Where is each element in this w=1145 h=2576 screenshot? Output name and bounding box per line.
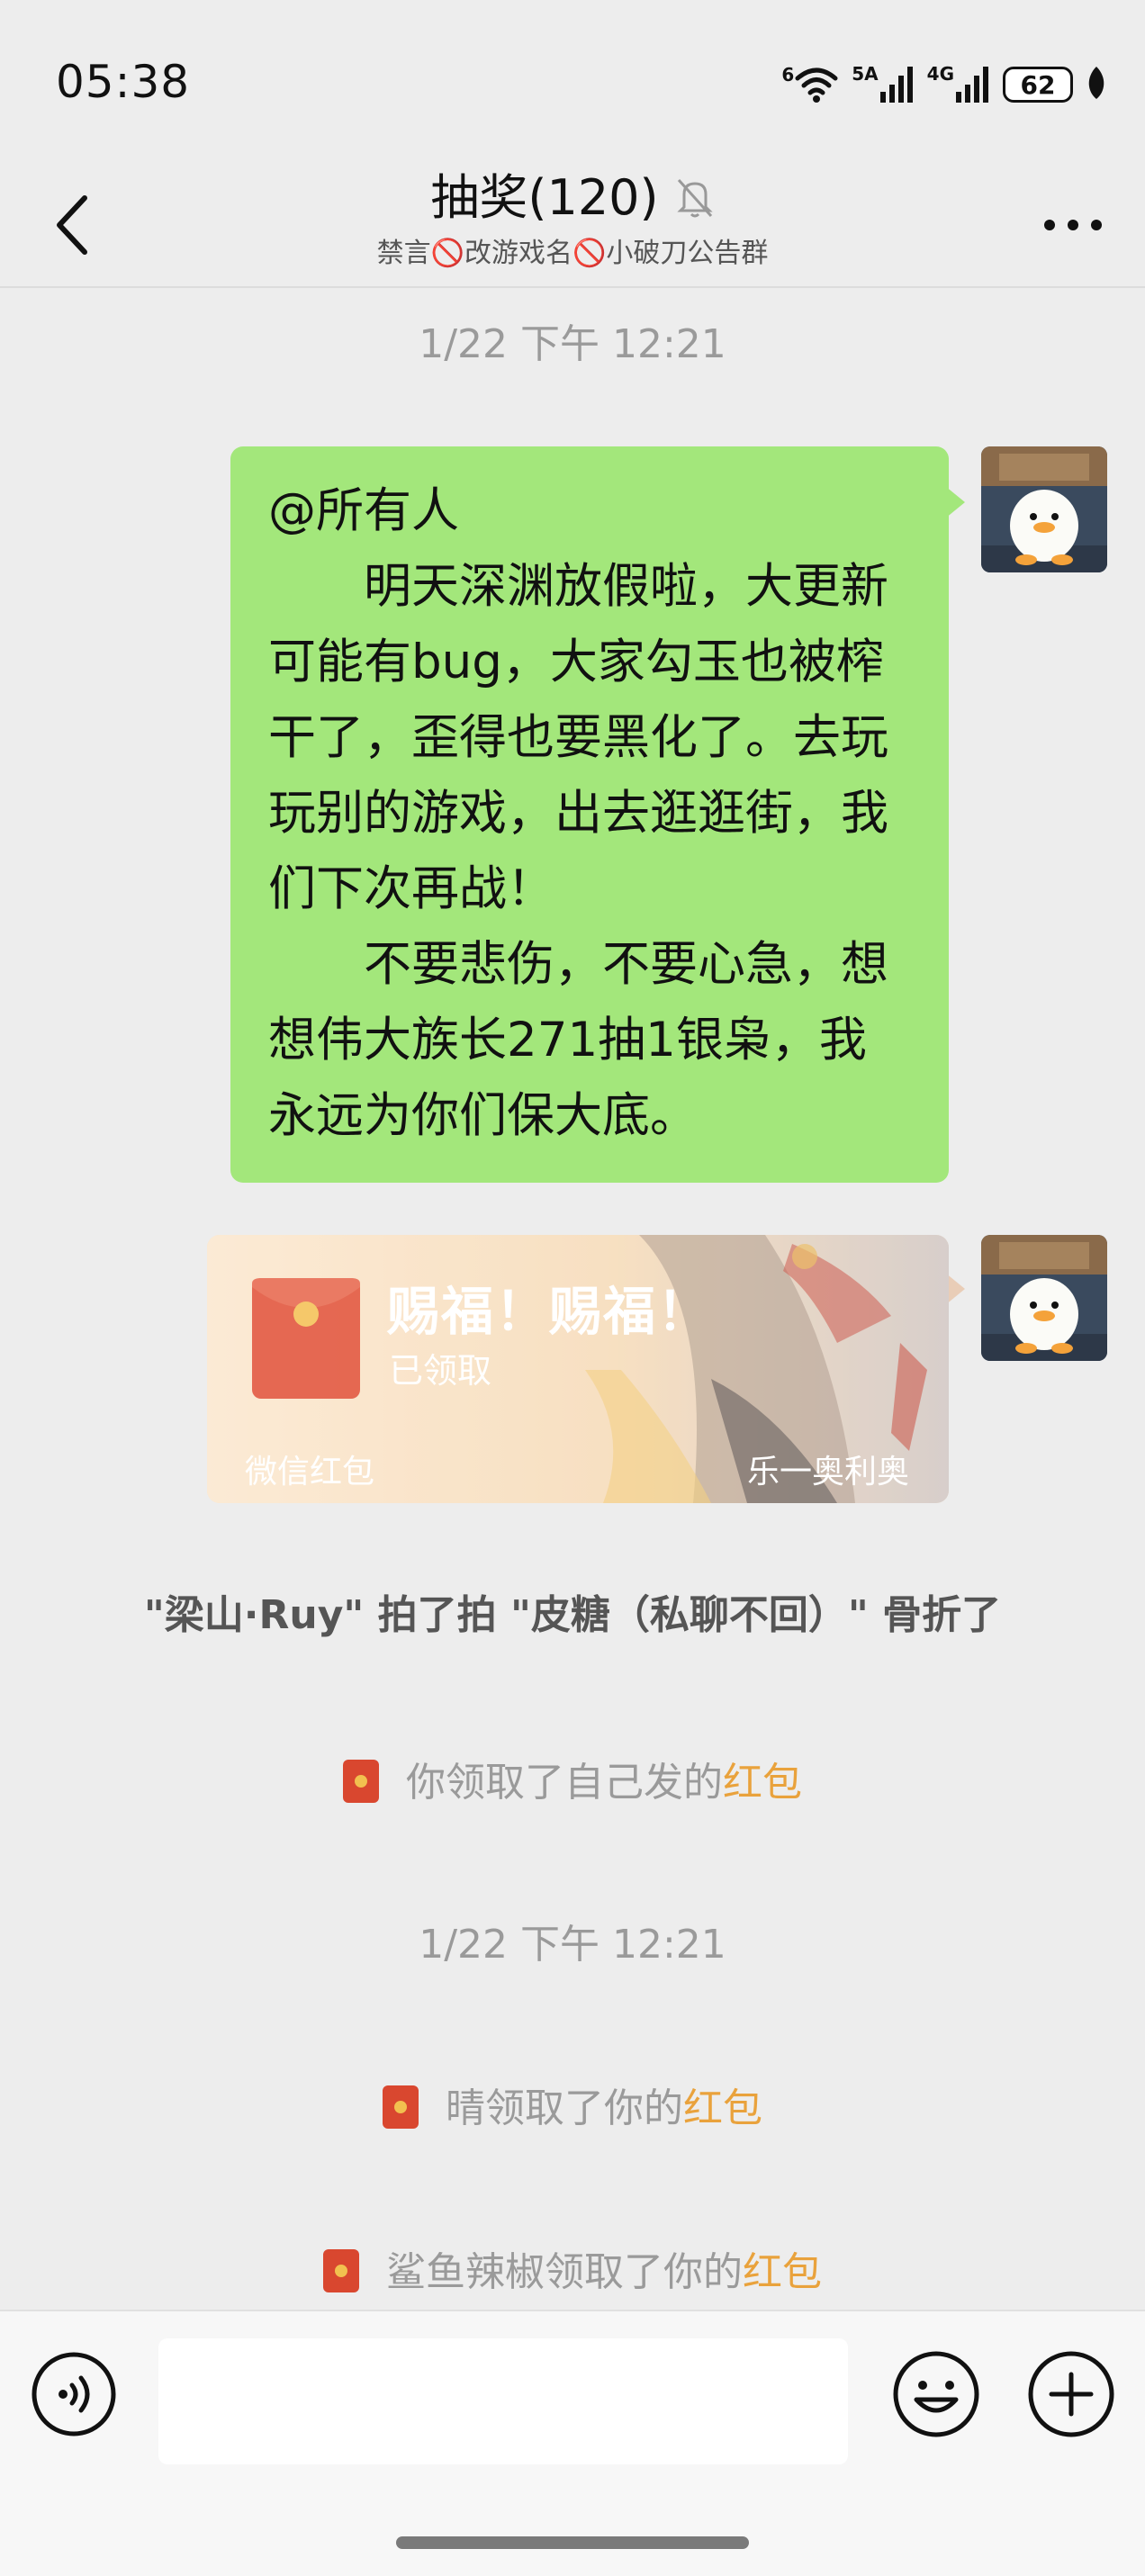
chat-subtitle: 禁言🚫改游戏名🚫小破刀公告群	[376, 238, 769, 269]
bell-muted-icon	[676, 178, 713, 218]
status-time: 05:38	[56, 56, 191, 108]
red-packet-link[interactable]: 红包	[743, 2249, 822, 2295]
message-paragraph: 明天深渊放假啦，大更新可能有bug，大家勾玉也被榨干了，歪得也要黑化了。去玩玩别…	[268, 559, 888, 916]
emoji-icon	[893, 2351, 979, 2437]
red-packet-link[interactable]: 红包	[723, 1760, 802, 1806]
timestamp: 1/22 下午 12:21	[419, 321, 726, 367]
system-message-text: 晴领取了你的	[446, 2085, 683, 2131]
red-packet-small-icon	[323, 2249, 359, 2292]
chat-header: 抽奖(120) 禁言🚫改游戏名🚫小破刀公告群	[0, 162, 1145, 288]
red-packet-title: 赐福！赐福！	[387, 1281, 712, 1342]
more-dots-icon	[1044, 220, 1102, 230]
home-indicator[interactable]	[396, 2536, 749, 2549]
avatar[interactable]	[981, 1235, 1107, 1361]
message-input[interactable]	[158, 2338, 848, 2464]
more-button[interactable]	[1037, 207, 1109, 243]
emoji-button[interactable]	[891, 2349, 981, 2439]
sim1-label: 5A	[852, 63, 879, 85]
wifi-label: 6	[781, 64, 795, 86]
header-divider	[0, 286, 1145, 288]
avatar[interactable]	[981, 446, 1107, 572]
battery-indicator: 62	[1003, 67, 1073, 103]
chat-title: 抽奖(120)	[430, 169, 659, 226]
red-packet-card[interactable]: 赐福！赐福！ 已领取 微信红包 乐一奥利奥	[207, 1235, 949, 1503]
duck-avatar-icon	[981, 1235, 1107, 1361]
status-icons: 6 5A 4G 62	[781, 61, 1107, 108]
signal-sim1-icon: 5A	[852, 65, 914, 104]
wifi-icon: 6	[781, 66, 839, 104]
system-message: 鲨鱼辣椒领取了你的红包	[0, 2239, 1145, 2297]
system-message-text: 你领取了自己发的	[406, 1760, 723, 1806]
system-message-text: 鲨鱼辣椒领取了你的	[386, 2249, 743, 2295]
red-packet-small-icon	[343, 1760, 379, 1803]
status-bar: 05:38 6 5A 4G 62	[0, 0, 1145, 162]
title-area[interactable]: 抽奖(120) 禁言🚫改游戏名🚫小破刀公告群	[0, 162, 1145, 272]
plus-button[interactable]	[1026, 2349, 1116, 2439]
sim2-label: 4G	[926, 63, 954, 85]
text-message-bubble[interactable]: @所有人 明天深渊放假啦，大更新可能有bug，大家勾玉也被榨干了，歪得也要黑化了…	[230, 446, 949, 1183]
plus-icon	[1028, 2351, 1114, 2437]
voice-button[interactable]	[31, 2351, 117, 2437]
system-message: 你领取了自己发的红包	[0, 1750, 1145, 1807]
message-paragraph: 不要悲伤，不要心急，想想伟大族长271抽1银枭，我永远为你们保大底。	[268, 937, 888, 1143]
leaf-icon	[1086, 65, 1107, 104]
red-packet-icon	[252, 1278, 360, 1399]
duck-avatar-icon	[981, 446, 1107, 572]
red-packet-link[interactable]: 红包	[683, 2085, 762, 2131]
red-packet-source: 微信红包	[245, 1454, 375, 1491]
red-packet-small-icon	[383, 2085, 419, 2129]
message-mention-line: @所有人	[268, 483, 459, 538]
pat-notice: "梁山·Ruy" 拍了拍 "皮糖（私聊不回）" 骨折了	[143, 1592, 1002, 1638]
system-message: 晴领取了你的红包	[0, 2076, 1145, 2133]
voice-icon	[32, 2352, 116, 2436]
input-bar	[0, 2310, 1145, 2576]
red-packet-sender: 乐一奥利奥	[746, 1454, 909, 1491]
timestamp: 1/22 下午 12:21	[419, 1922, 726, 1968]
signal-sim2-icon: 4G	[927, 65, 990, 104]
red-packet-status: 已领取	[389, 1351, 492, 1391]
